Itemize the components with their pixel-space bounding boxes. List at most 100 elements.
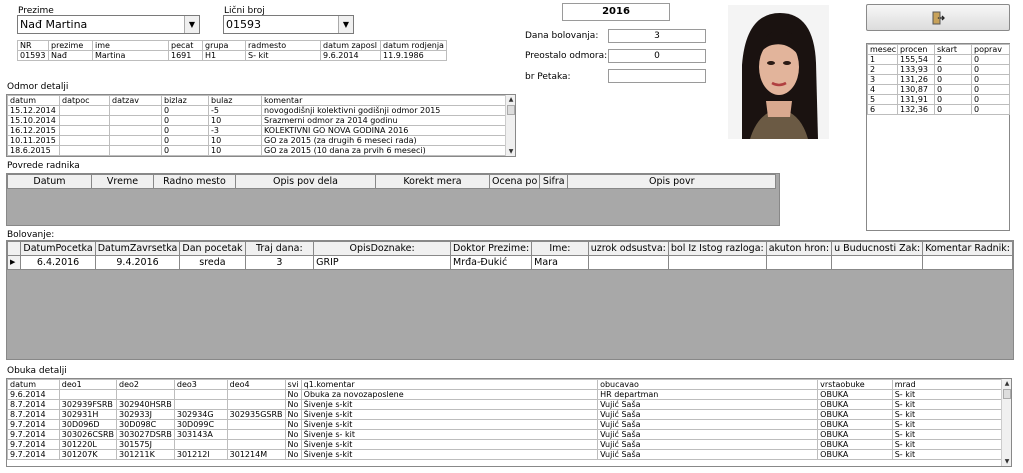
table-cell[interactable]: -5 bbox=[208, 105, 262, 116]
column-header[interactable]: uzrok odsustva: bbox=[587, 241, 669, 256]
table-cell[interactable]: Šivenje s-kit bbox=[300, 439, 599, 450]
table-cell[interactable]: 302931H bbox=[58, 409, 118, 420]
scroll-up-icon[interactable]: ▲ bbox=[1002, 379, 1011, 388]
table-cell[interactable]: S- kit bbox=[891, 449, 1011, 460]
table-cell[interactable]: Šivenje s-kit bbox=[300, 419, 599, 430]
table-cell[interactable]: OBUKA bbox=[817, 429, 893, 440]
column-header[interactable]: datum bbox=[7, 379, 60, 390]
table-row[interactable]: 9.7.2014 30D096D 30D098C 30D099C No Šivenje s… bbox=[7, 419, 1011, 430]
table-cell[interactable]: Mara bbox=[531, 255, 589, 270]
table-cell[interactable]: OBUKA bbox=[817, 389, 893, 400]
table-cell[interactable]: 0 bbox=[934, 94, 972, 105]
column-header[interactable]: Sifra bbox=[539, 174, 569, 189]
table-cell[interactable]: 3 bbox=[867, 74, 898, 85]
table-cell[interactable]: OBUKA bbox=[817, 399, 893, 410]
table-cell[interactable]: 0 bbox=[971, 84, 1010, 95]
column-header[interactable]: datum zaposl bbox=[320, 40, 381, 51]
table-cell[interactable]: 0 bbox=[971, 104, 1010, 115]
table-cell[interactable]: 303026CSRB bbox=[58, 429, 118, 440]
table-cell[interactable]: 301212I bbox=[173, 449, 228, 460]
chevron-down-icon[interactable]: ▼ bbox=[338, 16, 353, 33]
povrede-table[interactable]: Datum Vreme Radno mesto Opis pov dela Korekt… bbox=[6, 173, 780, 226]
table-cell[interactable]: 16.12.2015 bbox=[7, 125, 60, 136]
column-header[interactable]: skart bbox=[934, 44, 972, 55]
table-cell[interactable] bbox=[109, 135, 162, 146]
table-cell[interactable]: OBUKA bbox=[817, 409, 893, 420]
table-cell[interactable]: 301220L bbox=[58, 439, 118, 450]
table-row[interactable]: 9.7.2014 301207K 301211K 301212I 301214M No Ši… bbox=[7, 449, 1011, 460]
column-header[interactable]: Vreme bbox=[91, 174, 154, 189]
column-header[interactable]: OpisDoznake: bbox=[313, 241, 452, 256]
column-header[interactable]: Doktor Prezime: bbox=[450, 241, 533, 256]
column-header[interactable]: datum bbox=[7, 95, 60, 106]
column-header[interactable]: Traj dana: bbox=[244, 241, 315, 256]
table-cell[interactable]: Obuka za novozaposlene bbox=[300, 389, 599, 400]
table-cell[interactable] bbox=[226, 419, 286, 430]
table-cell[interactable]: No bbox=[284, 399, 302, 410]
table-cell[interactable] bbox=[109, 105, 162, 116]
odmor-table[interactable]: datum datpoc datzav bizlaz bulaz komentar 15.1… bbox=[6, 94, 516, 157]
table-cell[interactable]: sreda bbox=[179, 255, 246, 270]
table-cell[interactable]: 2 bbox=[867, 64, 898, 75]
table-cell[interactable]: KOLEKTIVNI GO NOVA GODINA 2016 bbox=[261, 125, 506, 136]
table-cell[interactable]: 133,93 bbox=[897, 64, 935, 75]
table-cell[interactable]: 8.7.2014 bbox=[7, 399, 60, 410]
table-cell[interactable]: 0 bbox=[934, 64, 972, 75]
table-cell[interactable] bbox=[109, 145, 162, 156]
table-cell[interactable]: 6.4.2016 bbox=[20, 255, 96, 270]
table-cell[interactable]: Šivenje s-kit bbox=[300, 409, 599, 420]
table-cell[interactable]: 9.6.2014 bbox=[320, 50, 381, 61]
table-cell[interactable] bbox=[226, 439, 286, 450]
table-cell[interactable]: 9.7.2014 bbox=[7, 449, 60, 460]
table-cell[interactable]: 0 bbox=[971, 64, 1010, 75]
table-cell[interactable]: 5 bbox=[867, 94, 898, 105]
table-cell[interactable] bbox=[59, 125, 110, 136]
table-cell[interactable]: OBUKA bbox=[817, 419, 893, 430]
table-cell[interactable] bbox=[58, 389, 118, 400]
column-header[interactable]: q1.komentar bbox=[300, 379, 599, 390]
table-cell[interactable]: -3 bbox=[208, 125, 262, 136]
table-row[interactable]: 1 155,54 2 0 bbox=[867, 54, 1010, 65]
table-cell[interactable]: 3 bbox=[244, 255, 315, 270]
table-cell[interactable]: 10 bbox=[208, 115, 262, 126]
vertical-scrollbar[interactable]: ▲ ▼ bbox=[505, 95, 515, 156]
table-cell[interactable] bbox=[226, 389, 286, 400]
column-header[interactable]: DatumZavrsetka bbox=[94, 241, 181, 256]
table-cell[interactable]: S- kit bbox=[891, 399, 1011, 410]
column-header[interactable]: procen bbox=[897, 44, 935, 55]
column-header[interactable]: pecat bbox=[168, 40, 203, 51]
table-row[interactable]: 4 130,87 0 0 bbox=[867, 84, 1010, 95]
table-cell[interactable]: 0 bbox=[934, 84, 972, 95]
column-header[interactable]: deo4 bbox=[226, 379, 286, 390]
column-header[interactable]: akuton hron: bbox=[765, 241, 833, 256]
licni-broj-combo[interactable]: 01593 ▼ bbox=[223, 15, 354, 34]
table-cell[interactable]: Vujić Saša bbox=[597, 419, 819, 430]
table-cell[interactable]: 0 bbox=[161, 115, 209, 126]
row-selector-icon[interactable]: ▶ bbox=[7, 255, 22, 270]
column-header[interactable]: datpoc bbox=[59, 95, 110, 106]
table-cell[interactable]: 0 bbox=[161, 145, 209, 156]
table-cell[interactable]: Martina bbox=[92, 50, 169, 61]
table-cell[interactable]: 9.7.2014 bbox=[7, 419, 60, 430]
table-cell[interactable]: 1 bbox=[867, 54, 898, 65]
table-cell[interactable]: Mrđa-Đukić bbox=[450, 255, 533, 270]
table-cell[interactable]: 130,87 bbox=[897, 84, 935, 95]
column-header[interactable]: u Buducnosti Zak: bbox=[831, 241, 924, 256]
table-cell[interactable]: HR departman bbox=[597, 389, 819, 400]
table-cell[interactable] bbox=[173, 389, 228, 400]
table-row[interactable]: 5 131,91 0 0 bbox=[867, 94, 1010, 105]
table-cell[interactable]: 11.9.1986 bbox=[380, 50, 447, 61]
column-header[interactable]: Komentar Radnik: bbox=[922, 241, 1013, 256]
table-cell[interactable]: Srazmerni odmor za 2014 godinu bbox=[261, 115, 506, 126]
table-cell[interactable] bbox=[173, 439, 228, 450]
table-cell[interactable]: 8.7.2014 bbox=[7, 409, 60, 420]
column-header[interactable]: mesec bbox=[867, 44, 898, 55]
table-cell[interactable]: 302939FSRB bbox=[58, 399, 118, 410]
table-cell[interactable]: H1 bbox=[202, 50, 246, 61]
table-cell[interactable]: 9.7.2014 bbox=[7, 439, 60, 450]
table-cell[interactable]: Šivenje s-kit bbox=[300, 399, 599, 410]
table-cell[interactable]: Vujić Saša bbox=[597, 399, 819, 410]
table-cell[interactable]: S- kit bbox=[891, 439, 1011, 450]
column-header[interactable]: deo1 bbox=[58, 379, 118, 390]
preostalo-odmora-field[interactable]: 0 bbox=[608, 49, 706, 63]
